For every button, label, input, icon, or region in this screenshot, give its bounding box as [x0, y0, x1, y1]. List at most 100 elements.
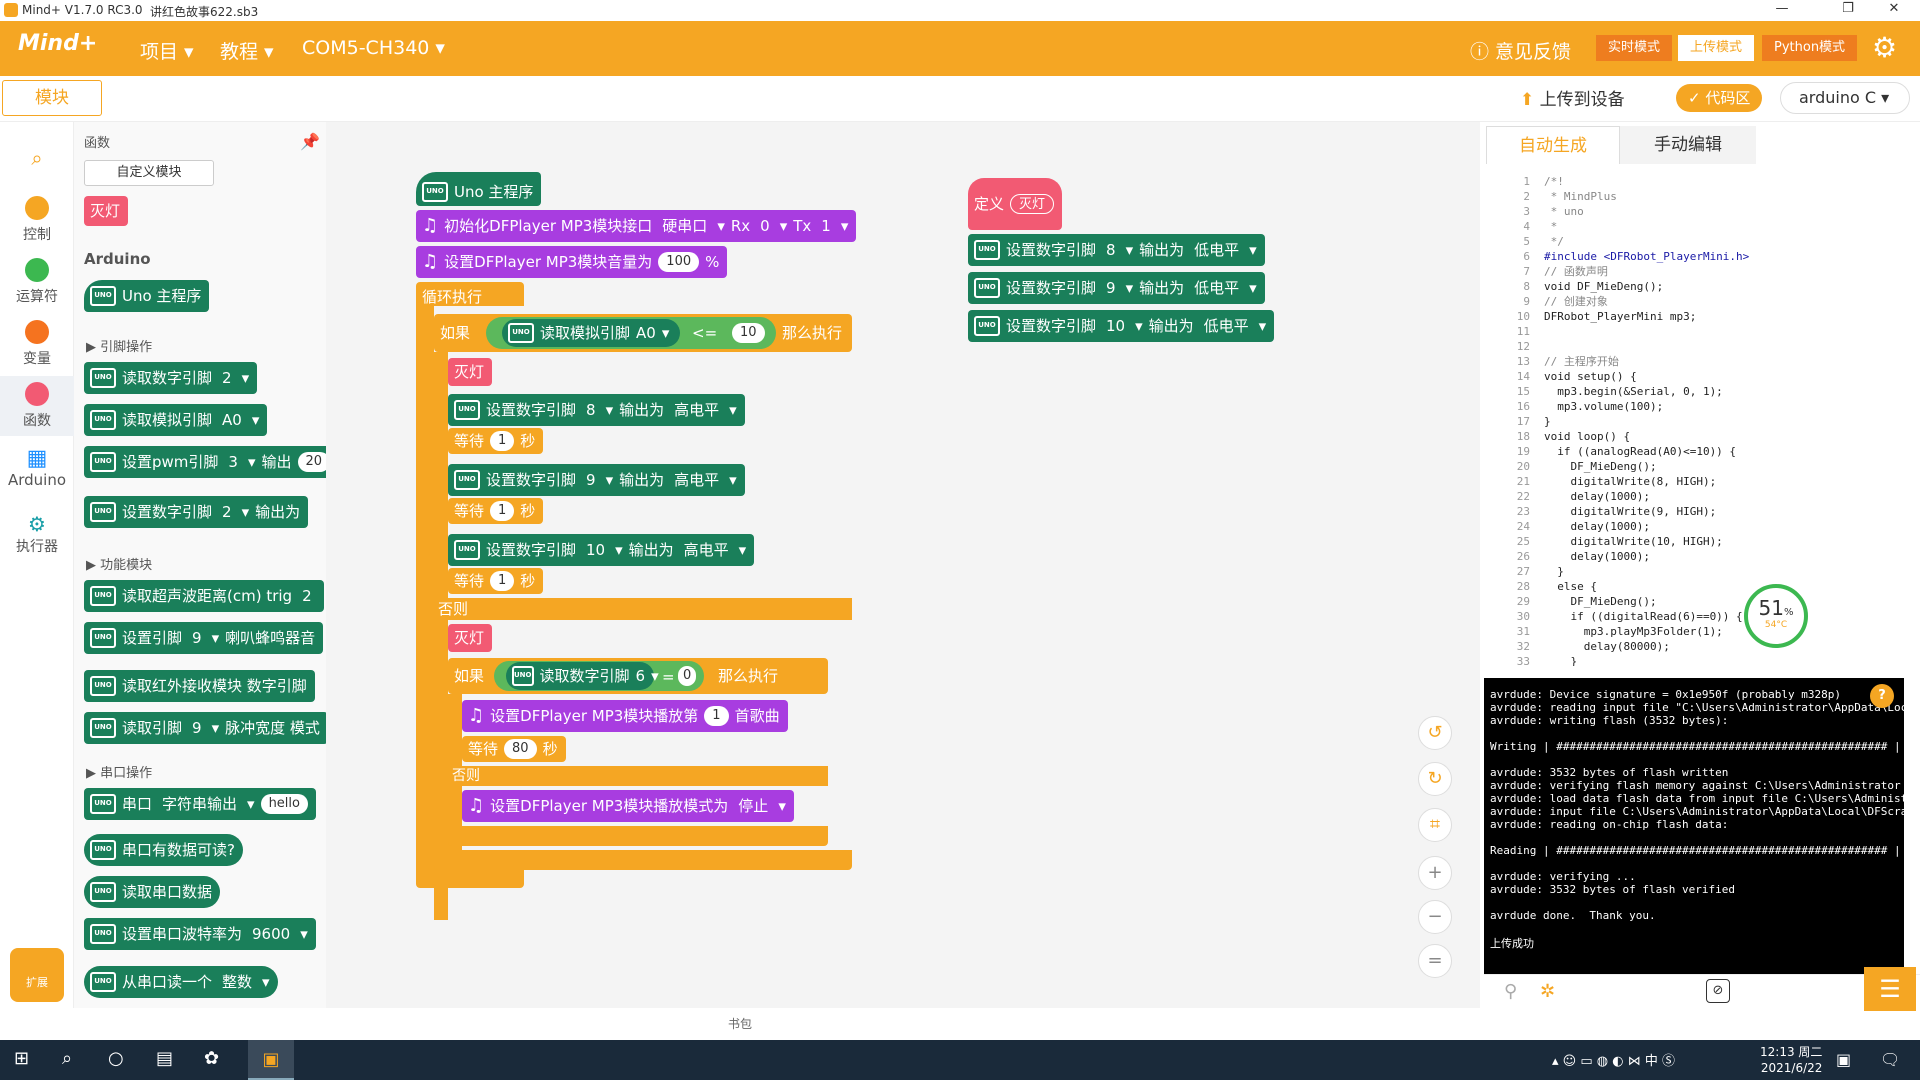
group-serial[interactable]: ▶ 串口操作 — [86, 762, 152, 781]
block-buzzer[interactable]: UNO 设置引脚 9 ▾ 喇叭蜂鸣器音 — [84, 622, 324, 654]
compare-value[interactable]: 10 — [732, 323, 765, 343]
help-icon[interactable]: ? — [1870, 684, 1894, 708]
script-define-function[interactable]: 定义 灭灯 — [968, 178, 1063, 230]
op-le[interactable]: <= — [692, 317, 717, 349]
block-serial-read-one[interactable]: UNO 从串口读一个 整数 ▾ — [84, 966, 278, 998]
scroll-lock-icon[interactable]: ⊘ — [1706, 979, 1730, 1003]
script-uno-main[interactable]: UNO Uno 主程序 — [416, 172, 542, 206]
script-set-pin-10-high[interactable]: UNO 设置数字引脚 10 ▾ 输出为 高电平 ▾ — [448, 534, 755, 566]
undo-icon[interactable]: ↺ — [1418, 716, 1452, 750]
group-pin-ops[interactable]: ▶ 引脚操作 — [86, 336, 152, 355]
category-variables[interactable]: 变量 — [0, 320, 74, 368]
mode-realtime[interactable]: 实时模式 — [1596, 35, 1673, 61]
category-arduino[interactable]: ▦ Arduino — [0, 446, 74, 489]
windows-start-icon[interactable]: ⊞ — [14, 1048, 29, 1069]
search-taskbar-icon[interactable]: ⌕ — [62, 1048, 72, 1069]
script-read-analog[interactable]: UNO 读取模拟引脚 A0 ▾ — [502, 319, 680, 347]
script-inner-if[interactable]: 如果 UNO 读取数字引脚 6 ▾ = 0 那么执行 — [448, 658, 828, 694]
script-set-pin-8-high[interactable]: UNO 设置数字引脚 8 ▾ 输出为 高电平 ▾ — [448, 394, 745, 426]
cortana-icon[interactable]: ○ — [108, 1048, 124, 1069]
extension-button[interactable]: 扩展 — [10, 948, 64, 1002]
script-play-mp3[interactable]: ♫ 设置DFPlayer MP3模块播放第 1 首歌曲 — [462, 700, 788, 732]
redo-icon[interactable]: ↻ — [1418, 762, 1452, 796]
script-wait-80[interactable]: 等待 80 秒 — [462, 736, 566, 762]
block-set-pwm[interactable]: UNO 设置pwm引脚 3 ▾ 输出 20 — [84, 446, 326, 478]
block-serial-read[interactable]: UNO 读取串口数据 — [84, 876, 221, 908]
code-editor[interactable]: 1/*! 2 * MindPlus 3 * uno 4 * 5 */6 #include … — [1490, 174, 1890, 666]
condition-eq[interactable]: UNO 读取数字引脚 6 ▾ = 0 — [494, 661, 704, 691]
menu-tutorial[interactable]: 教程 ▾ — [220, 37, 274, 64]
feedback-button[interactable]: ⓘ 意见反馈 — [1470, 37, 1571, 64]
category-control[interactable]: 控制 — [0, 196, 74, 244]
condition-le[interactable]: UNO 读取模拟引脚 A0 ▾ <= 10 — [486, 317, 776, 349]
usb-icon[interactable]: ⚲ — [1504, 981, 1517, 1002]
menu-project[interactable]: 项目 ▾ — [140, 37, 194, 64]
script-call-mie-deng-2[interactable]: 灭灯 — [448, 624, 493, 652]
plug-icon[interactable]: ✲ — [1540, 981, 1555, 1002]
code-text: // 函数声明 — [1544, 265, 1608, 278]
mindplus-taskbar-icon[interactable]: ▣ — [248, 1040, 294, 1080]
block-ir-receiver[interactable]: UNO 读取红外接收模块 数字引脚 — [84, 670, 315, 702]
maximize-icon[interactable]: ❐ — [1828, 1, 1868, 16]
block-pulse-width[interactable]: UNO 读取引脚 9 ▾ 脉冲宽度 模式 — [84, 712, 326, 744]
zoom-in-icon[interactable]: + — [1418, 856, 1452, 890]
category-functions[interactable]: 函数 — [0, 376, 74, 436]
serial-console[interactable]: avrdude: Device signature = 0x1e950f (pr… — [1484, 678, 1904, 974]
script-wait-1b[interactable]: 等待 1 秒 — [448, 498, 544, 524]
script-set-pin-9-high[interactable]: UNO 设置数字引脚 9 ▾ 输出为 高电平 ▾ — [448, 464, 745, 496]
category-actuator[interactable]: ⚙ 执行器 — [0, 512, 74, 556]
script-loop[interactable]: 循环执行 — [416, 282, 524, 306]
app-taskbar-icon[interactable]: ✿ — [204, 1048, 219, 1069]
list-menu-icon[interactable]: ☰ — [1864, 967, 1916, 1011]
notification-icon[interactable]: ▣ — [1836, 1050, 1851, 1069]
crop-icon[interactable]: ⌗ — [1418, 808, 1452, 842]
script-if-else[interactable]: 如果 UNO 读取模拟引脚 A0 ▾ <= 10 那么执行 — [434, 314, 852, 352]
custom-block-button[interactable]: 自定义模块 — [84, 160, 214, 186]
block-uno-main[interactable]: UNO Uno 主程序 — [84, 280, 210, 312]
backpack-bar[interactable]: 书包 — [0, 1008, 1480, 1040]
mode-python[interactable]: Python模式 — [1762, 35, 1858, 61]
script-dfplayer-init[interactable]: ♫ 初始化DFPlayer MP3模块接口 硬串口 ▾ Rx 0 ▾ Tx 1 ▾ — [416, 210, 857, 242]
block-serial-baud[interactable]: UNO 设置串口波特率为 9600 ▾ — [84, 918, 316, 950]
code-area-toggle[interactable]: ✓ 代码区 — [1676, 84, 1763, 112]
block-serial-available[interactable]: UNO 串口有数据可读? — [84, 834, 243, 866]
script-set-pin-10-low[interactable]: UNO 设置数字引脚 10 ▾ 输出为 低电平 ▾ — [968, 310, 1275, 342]
action-center-icon[interactable]: 🗨 — [1880, 1050, 1900, 1069]
minimize-icon[interactable]: — — [1762, 1, 1802, 16]
close-icon[interactable]: ✕ — [1874, 1, 1914, 16]
upload-button[interactable]: ⬆ 上传到设备 — [1520, 85, 1625, 110]
zoom-reset-icon[interactable]: = — [1418, 944, 1452, 978]
module-tab[interactable]: 模块 — [2, 80, 102, 116]
group-func-modules[interactable]: ▶ 功能模块 — [86, 554, 152, 573]
board-select[interactable]: arduino C ▾ — [1780, 82, 1910, 114]
system-tray-icons[interactable]: ▴ ☺ ▭ ◍ ◐ ⋈ 中 Ⓢ — [1552, 1050, 1675, 1069]
block-set-digital[interactable]: UNO 设置数字引脚 2 ▾ 输出为 — [84, 496, 309, 528]
script-wait-1c[interactable]: 等待 1 秒 — [448, 568, 544, 594]
script-play-mode[interactable]: ♫ 设置DFPlayer MP3模块播放模式为 停止 ▾ — [462, 790, 794, 822]
script-set-pin-8-low[interactable]: UNO 设置数字引脚 8 ▾ 输出为 低电平 ▾ — [968, 234, 1265, 266]
tab-manual-edit[interactable]: 手动编辑 — [1620, 126, 1756, 164]
clock[interactable]: 12:13 周二 2021/6/22 — [1760, 1044, 1822, 1076]
eq-value[interactable]: 0 — [678, 666, 697, 686]
func-block-mie-deng[interactable]: 灭灯 — [84, 196, 129, 226]
script-workspace[interactable]: UNO Uno 主程序 ♫ 初始化DFPlayer MP3模块接口 硬串口 ▾ Rx 0 ▾ T… — [326, 122, 1480, 1008]
zoom-out-icon[interactable]: − — [1418, 900, 1452, 934]
task-view-icon[interactable]: ▤ — [156, 1048, 173, 1069]
block-ultrasonic[interactable]: UNO 读取超声波距离(cm) trig 2 — [84, 580, 324, 612]
pin-icon[interactable]: 📌 — [300, 132, 320, 151]
block-read-analog[interactable]: UNO 读取模拟引脚 A0 ▾ — [84, 404, 268, 436]
script-call-mie-deng-1[interactable]: 灭灯 — [448, 358, 493, 386]
mode-upload[interactable]: 上传模式 — [1678, 35, 1755, 61]
script-dfplayer-volume[interactable]: ♫ 设置DFPlayer MP3模块音量为 100% — [416, 246, 728, 278]
script-read-digital[interactable]: UNO 读取数字引脚 6 ▾ — [506, 662, 659, 690]
script-set-pin-9-low[interactable]: UNO 设置数字引脚 9 ▾ 输出为 低电平 ▾ — [968, 272, 1265, 304]
search-icon[interactable]: ⌕ — [0, 146, 74, 170]
script-wait-1a[interactable]: 等待 1 秒 — [448, 428, 544, 454]
settings-gear-icon[interactable]: ⚙ — [1872, 31, 1897, 64]
block-read-digital[interactable]: UNO 读取数字引脚 2 ▾ — [84, 362, 258, 394]
tab-auto-generate[interactable]: 自动生成 — [1486, 126, 1620, 164]
category-operators[interactable]: 运算符 — [0, 258, 74, 306]
block-serial-print[interactable]: UNO 串口 字符串输出 ▾ hello — [84, 788, 316, 820]
op-eq[interactable]: = — [662, 661, 675, 693]
menu-port[interactable]: COM5-CH340 ▾ — [302, 37, 445, 59]
